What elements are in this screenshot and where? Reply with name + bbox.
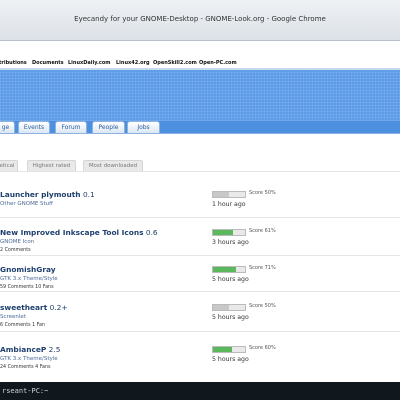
nav-underline — [0, 133, 400, 134]
item-divider — [0, 217, 400, 218]
nav-tab-home[interactable]: ge — [0, 121, 15, 133]
list-item: AmbianceP 2.5 GTK 3.x Theme/Style 24 Com… — [0, 345, 400, 382]
top-link-linux42[interactable]: Linux42.org — [116, 60, 150, 66]
item-divider — [0, 291, 400, 292]
nav-tab-events[interactable]: Events — [18, 121, 50, 133]
score-label: Score 50% — [249, 303, 276, 309]
score-bar-fill — [213, 305, 229, 310]
score-label: Score 71% — [249, 265, 276, 271]
item-divider — [0, 255, 400, 256]
list-item: New Improved Inkscape Tool Icons 0.6 GNO… — [0, 228, 400, 270]
site-banner — [0, 70, 400, 121]
terminal-taskbar: rseant-PC:~ — [0, 382, 400, 400]
top-link-documents[interactable]: Documents — [32, 60, 64, 66]
web-page: tributions Documents LinuxDaily.com Linu… — [0, 41, 400, 382]
item-time: 3 hours ago — [212, 239, 249, 246]
score-bar — [212, 304, 246, 311]
item-meta: 6 Comments 1 Fan — [0, 323, 45, 328]
item-title[interactable]: Launcher plymouth 0.1 — [0, 190, 95, 199]
terminal-prompt[interactable]: rseant-PC:~ — [2, 387, 48, 395]
list-item: sweetheart 0.2+ Screenlet 6 Comments 1 F… — [0, 303, 400, 345]
nav-tab-people[interactable]: People — [92, 121, 125, 133]
item-divider — [0, 331, 400, 332]
score-bar-fill — [213, 347, 233, 352]
item-category[interactable]: GTK 3.x Theme/Style — [0, 356, 58, 362]
item-time: 1 hour ago — [212, 201, 246, 208]
item-meta: 2 Comments — [0, 248, 31, 253]
score-label: Score 50% — [249, 190, 276, 196]
score-label: Score 60% — [249, 345, 276, 351]
top-link-contributions[interactable]: tributions — [0, 60, 27, 66]
item-time: 5 hours ago — [212, 314, 249, 321]
item-meta: 24 Comments 4 Fans — [0, 365, 51, 370]
item-time: 5 hours ago — [212, 356, 249, 363]
top-link-linuxdaily[interactable]: LinuxDaily.com — [68, 60, 111, 66]
nav-tab-forum[interactable]: Forum — [55, 121, 87, 133]
score-bar — [212, 191, 246, 198]
item-title[interactable]: sweetheart 0.2+ — [0, 303, 68, 312]
item-category[interactable]: Other GNOME Stuff — [0, 201, 53, 207]
window-title: Eyecandy for your GNOME-Desktop - GNOME-… — [74, 15, 326, 23]
item-title[interactable]: AmbianceP 2.5 — [0, 345, 60, 354]
browser-titlebar: Eyecandy for your GNOME-Desktop - GNOME-… — [0, 0, 400, 41]
score-bar-fill — [213, 230, 233, 235]
list-item: GnomishGray GTK 3.x Theme/Style 59 Comme… — [0, 265, 400, 307]
score-bar-fill — [213, 192, 229, 197]
top-link-open-pc[interactable]: Open-PC.com — [199, 60, 237, 66]
sort-separator — [0, 171, 400, 172]
item-title[interactable]: GnomishGray — [0, 265, 56, 274]
list-item: Launcher plymouth 0.1 Other GNOME Stuff … — [0, 190, 400, 232]
item-category[interactable]: Screenlet — [0, 314, 26, 320]
item-time: 5 hours ago — [212, 276, 249, 283]
score-bar — [212, 229, 246, 236]
item-meta: 59 Comments 10 Fans — [0, 285, 54, 290]
score-label: Score 61% — [249, 228, 276, 234]
item-category[interactable]: GTK 3.x Theme/Style — [0, 276, 58, 282]
score-bar — [212, 346, 246, 353]
score-bar — [212, 266, 246, 273]
nav-tab-jobs[interactable]: Jobs — [127, 121, 160, 133]
score-bar-fill — [213, 267, 236, 272]
item-title[interactable]: New Improved Inkscape Tool Icons 0.6 — [0, 228, 158, 237]
item-category[interactable]: GNOME Icon — [0, 239, 34, 245]
top-link-openskill2[interactable]: OpenSkill2.com — [153, 60, 197, 66]
